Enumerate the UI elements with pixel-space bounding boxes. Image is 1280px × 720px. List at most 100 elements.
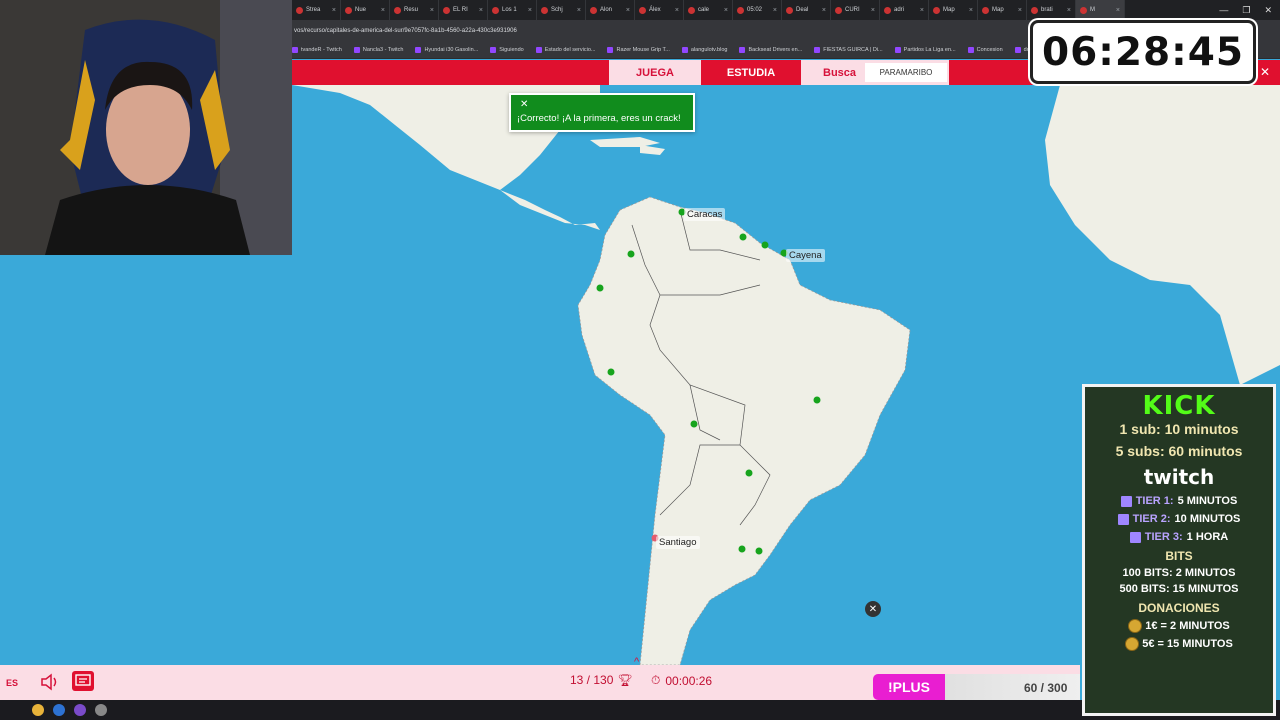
city-marker[interactable] bbox=[627, 250, 635, 258]
browser-tab[interactable]: Map × bbox=[978, 0, 1027, 20]
close-tab-icon[interactable]: × bbox=[822, 7, 826, 14]
bookmark-item[interactable]: Nancla3 - Twitch bbox=[353, 47, 403, 53]
bookmark-item[interactable]: Estado del servicio... bbox=[535, 47, 596, 53]
close-tab-icon[interactable]: × bbox=[626, 7, 630, 14]
browser-tab-label: CURI bbox=[845, 7, 860, 13]
bookmark-item[interactable]: Siguiendo bbox=[490, 47, 524, 53]
chat-icon[interactable] bbox=[72, 671, 94, 691]
bookmark-label: Estado del servicio... bbox=[544, 47, 596, 53]
browser-tab[interactable]: Strea × bbox=[292, 0, 341, 20]
maximize-icon[interactable]: ❐ bbox=[1242, 5, 1250, 16]
bookmark-label: Siguiendo bbox=[499, 47, 524, 53]
close-tab-icon[interactable]: × bbox=[577, 7, 581, 14]
browser-tab[interactable]: Map × bbox=[929, 0, 978, 20]
bookmark-label: Razer Mouse Grip T... bbox=[616, 47, 670, 53]
city-marker[interactable] bbox=[739, 233, 747, 241]
bookmark-item[interactable]: FIESTAS GUIRCA | Di... bbox=[814, 47, 883, 53]
browser-tab[interactable]: CURI × bbox=[831, 0, 880, 20]
browser-tab[interactable]: Schj × bbox=[537, 0, 586, 20]
city-marker[interactable] bbox=[596, 284, 604, 292]
tab-favicon-icon bbox=[835, 6, 842, 14]
close-tab-icon[interactable]: × bbox=[479, 7, 483, 14]
target-city: PARAMARIBO bbox=[865, 63, 947, 82]
browser-tab-label: Álex bbox=[649, 7, 661, 13]
bookmark-item[interactable]: Razer Mouse Grip T... bbox=[607, 47, 670, 53]
bookmark-icon bbox=[681, 47, 688, 53]
chrome-icon[interactable] bbox=[32, 704, 44, 716]
bits-line-2: 500 BITS: 15 MINUTOS bbox=[1119, 583, 1239, 595]
donation-line-1-text: 1€ = 2 MINUTOS bbox=[1145, 619, 1230, 632]
close-tab-icon[interactable]: × bbox=[1067, 7, 1071, 14]
browser-tab[interactable]: Nue × bbox=[341, 0, 390, 20]
tab-favicon-icon bbox=[786, 6, 793, 14]
chevron-up-icon[interactable]: ^ bbox=[634, 656, 639, 668]
browser-tab-label: Alon bbox=[600, 7, 613, 13]
bookmark-item[interactable]: tvandeR - Twitch bbox=[292, 47, 342, 53]
bookmark-icon bbox=[967, 47, 974, 53]
close-tab-icon[interactable]: × bbox=[1018, 7, 1022, 14]
donaciones-title: DONACIONES bbox=[1138, 601, 1220, 615]
tab-favicon-icon bbox=[933, 6, 940, 14]
city-marker[interactable] bbox=[607, 368, 615, 376]
browser-tab[interactable]: Deal × bbox=[782, 0, 831, 20]
browser-tab[interactable]: EL RI × bbox=[439, 0, 488, 20]
close-tab-icon[interactable]: × bbox=[871, 7, 875, 14]
browser-tab[interactable]: cale × bbox=[684, 0, 733, 20]
city-marker[interactable] bbox=[813, 396, 821, 404]
close-tab-icon[interactable]: × bbox=[969, 7, 973, 14]
tier-3-label: TIER 3: bbox=[1144, 531, 1183, 543]
tab-favicon-icon bbox=[884, 6, 891, 14]
tab-favicon-icon bbox=[394, 6, 401, 14]
browser-tab[interactable]: adri × bbox=[880, 0, 929, 20]
bits-line-1: 100 BITS: 2 MINUTOS bbox=[1122, 567, 1236, 579]
browser-tab[interactable]: Resu × bbox=[390, 0, 439, 20]
steam-icon[interactable] bbox=[53, 704, 65, 716]
browser-tab[interactable]: Álex × bbox=[635, 0, 684, 20]
browser-tab[interactable]: Alon × bbox=[586, 0, 635, 20]
bookmark-label: Hyundai i30 Gasolin... bbox=[424, 47, 479, 53]
browser-tab[interactable]: brati × bbox=[1027, 0, 1076, 20]
close-tab-icon[interactable]: × bbox=[773, 7, 777, 14]
browser-tab[interactable]: Los 1 × bbox=[488, 0, 537, 20]
close-tab-icon[interactable]: × bbox=[430, 7, 434, 14]
twitch-logo: twitch bbox=[1143, 465, 1215, 489]
kick-line-1: 1 sub: 10 minutos bbox=[1119, 421, 1239, 437]
minimize-icon[interactable]: — bbox=[1219, 5, 1228, 16]
bookmark-icon bbox=[535, 47, 542, 53]
close-tab-icon[interactable]: × bbox=[724, 7, 728, 14]
close-tab-icon[interactable]: × bbox=[675, 7, 679, 14]
bookmark-item[interactable]: Partidos La Liga en... bbox=[894, 47, 956, 53]
city-marker[interactable] bbox=[761, 241, 769, 249]
close-icon[interactable]: ✕ bbox=[865, 601, 881, 617]
tab-estudia[interactable]: ESTUDIA bbox=[701, 60, 801, 85]
close-icon[interactable]: ✕ bbox=[1260, 65, 1270, 79]
bookmark-item[interactable]: Concesion bbox=[967, 47, 1003, 53]
city-marker[interactable] bbox=[755, 547, 763, 555]
close-tab-icon[interactable]: × bbox=[332, 7, 336, 14]
bookmark-item[interactable]: alangulotv.blog bbox=[681, 47, 727, 53]
bookmark-item[interactable]: Hyundai i30 Gasolin... bbox=[415, 47, 478, 53]
browser-tab[interactable]: M × bbox=[1076, 0, 1125, 20]
bookmark-icon bbox=[894, 47, 901, 53]
close-window-icon[interactable]: ✕ bbox=[1264, 5, 1272, 16]
city-marker[interactable] bbox=[745, 469, 753, 477]
close-tab-icon[interactable]: × bbox=[1116, 7, 1120, 14]
speaker-icon[interactable] bbox=[39, 672, 61, 692]
game-timer: ⏱︎ 00:00:26 bbox=[651, 673, 712, 688]
close-tab-icon[interactable]: × bbox=[381, 7, 385, 14]
city-marker[interactable] bbox=[738, 545, 746, 553]
plus-button[interactable]: !PLUS bbox=[873, 674, 945, 700]
close-icon[interactable]: ✕ bbox=[520, 99, 687, 110]
city-label-cayena: Cayena bbox=[786, 249, 825, 262]
city-marker[interactable] bbox=[690, 420, 698, 428]
language-selector[interactable]: ES bbox=[6, 678, 18, 688]
app-icon[interactable] bbox=[74, 704, 86, 716]
close-tab-icon[interactable]: × bbox=[920, 7, 924, 14]
close-tab-icon[interactable]: × bbox=[528, 7, 532, 14]
browser-tab[interactable]: 05:02 × bbox=[733, 0, 782, 20]
bookmark-item[interactable]: Backseat Drivers en... bbox=[739, 47, 802, 53]
tab-juega[interactable]: JUEGA bbox=[609, 60, 701, 85]
settings-icon[interactable] bbox=[95, 704, 107, 716]
bookmark-icon bbox=[490, 47, 497, 53]
browser-tab-label: cale bbox=[698, 7, 710, 13]
